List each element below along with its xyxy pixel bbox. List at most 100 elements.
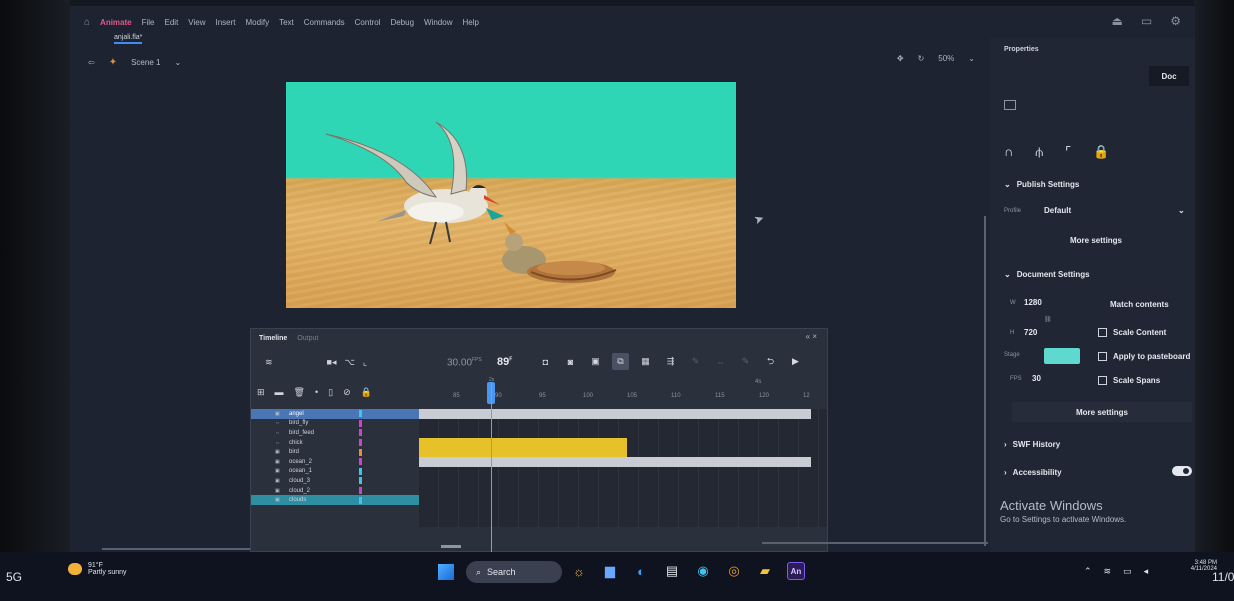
layers-icon[interactable]: ≋ xyxy=(265,357,273,368)
loop-icon[interactable]: ⮌ xyxy=(762,353,779,370)
zoom-chevron-icon[interactable]: ⌄ xyxy=(968,54,975,63)
brush-icon[interactable]: ✎ xyxy=(737,353,754,370)
frame-span-angel[interactable] xyxy=(419,409,811,419)
frame-grid[interactable] xyxy=(419,409,827,527)
current-frame-display[interactable]: 89F xyxy=(497,356,512,368)
center-stage-icon[interactable]: ✥ xyxy=(897,54,904,63)
windows-start-icon[interactable] xyxy=(438,564,454,580)
menu-control[interactable]: Control xyxy=(355,18,381,27)
fps-display[interactable]: 30.00FPS xyxy=(447,357,482,368)
menu-window[interactable]: Window xyxy=(424,18,452,27)
publish-more-settings[interactable]: More settings xyxy=(1070,236,1122,245)
layer-row[interactable]: ⇔ chick xyxy=(251,438,419,448)
timeline-collapse-close[interactable]: « × xyxy=(806,332,817,341)
tab-timeline[interactable]: Timeline xyxy=(259,335,287,342)
display-icon[interactable]: ▭ xyxy=(1123,566,1132,577)
layer-color-swatch[interactable] xyxy=(359,477,362,485)
zoom-value[interactable]: 50% xyxy=(938,54,954,63)
scale-spans-checkbox[interactable]: Scale Spans xyxy=(1098,376,1160,385)
task-view-icon[interactable]: ▆ xyxy=(601,562,619,580)
layer-color-swatch[interactable] xyxy=(359,429,362,437)
store-icon[interactable]: ▤ xyxy=(663,562,681,580)
align-icon[interactable]: ⫛ xyxy=(1035,144,1043,160)
adobe-animate-icon[interactable]: An xyxy=(787,562,805,580)
menu-modify[interactable]: Modify xyxy=(246,18,270,27)
eye-slash-icon[interactable]: ⊘ xyxy=(343,387,351,398)
bird-artwork[interactable] xyxy=(286,82,736,308)
layer-row[interactable]: ▣ bird xyxy=(251,447,419,457)
menu-text[interactable]: Text xyxy=(279,18,294,27)
layer-color-swatch[interactable] xyxy=(359,439,362,447)
menu-file[interactable]: File xyxy=(142,18,155,27)
frame-span-bird[interactable] xyxy=(419,447,627,457)
width-input[interactable]: 1280 xyxy=(1024,298,1042,307)
layer-color-swatch[interactable] xyxy=(359,410,362,418)
layer-row[interactable]: ▣ clouds xyxy=(251,495,419,505)
layer-color-swatch[interactable] xyxy=(359,458,362,466)
settings-icon[interactable]: ⚙ xyxy=(1170,14,1181,28)
frame-ruler[interactable]: 85 90 95 100 105 110 115 120 12 xyxy=(419,393,827,405)
layer-color-swatch[interactable] xyxy=(359,496,362,504)
profile-chevron-icon[interactable]: ⌄ xyxy=(1178,206,1185,215)
layer-color-swatch[interactable] xyxy=(359,487,362,495)
wifi-icon[interactable]: ≋ xyxy=(1104,566,1112,577)
tween-icon[interactable]: ⇶ xyxy=(662,353,679,370)
outline-icon[interactable]: ▯ xyxy=(328,387,333,398)
fps-input[interactable]: 30 xyxy=(1032,374,1041,383)
tab-output[interactable]: Output xyxy=(297,335,318,342)
insert-frame-icon[interactable]: ▣ xyxy=(587,353,604,370)
add-layer-icon[interactable]: ⊞ xyxy=(257,387,265,398)
menu-insert[interactable]: Insert xyxy=(216,18,236,27)
folder-icon[interactable]: ▬ xyxy=(275,387,284,398)
layer-color-swatch[interactable] xyxy=(359,448,362,456)
menu-commands[interactable]: Commands xyxy=(304,18,345,27)
layer-row[interactable]: ▣ cloud_3 xyxy=(251,476,419,486)
menu-view[interactable]: View xyxy=(188,18,205,27)
play-icon[interactable]: ▶ xyxy=(787,353,804,370)
lock-icon[interactable]: 🔒 xyxy=(361,387,372,398)
taskbar-search[interactable]: ⌕ Search xyxy=(466,561,562,583)
edit-multiple-frames-icon[interactable]: ▦ xyxy=(637,353,654,370)
accessibility-toggle[interactable] xyxy=(1172,466,1192,476)
layer-row[interactable]: ▣ ocean_1 xyxy=(251,467,419,477)
bird-feed-graphic[interactable] xyxy=(325,121,500,245)
height-input[interactable]: 720 xyxy=(1024,328,1037,337)
onion-skin-icon[interactable]: ⧉ xyxy=(612,353,629,370)
link-dimensions-icon[interactable]: ⛓ xyxy=(1044,316,1052,323)
insert-keyframe-icon[interactable]: ◘ xyxy=(537,353,554,370)
lock-icon[interactable]: 🔒 xyxy=(1093,144,1109,160)
widgets-icon[interactable]: ☼ xyxy=(570,562,588,580)
volume-icon[interactable]: ◂ xyxy=(1144,566,1149,577)
graph-icon[interactable]: ⌞ xyxy=(363,357,367,368)
rotate-icon[interactable]: ↻ xyxy=(918,54,925,63)
document-settings-header[interactable]: ⌄ Document Settings xyxy=(1004,270,1090,279)
workspace-icon[interactable]: ▭ xyxy=(1141,14,1152,28)
edge-icon[interactable]: ◐ xyxy=(632,562,650,580)
camera-icon[interactable]: ■◂ xyxy=(327,357,337,368)
stage-color-swatch[interactable] xyxy=(1044,348,1080,364)
corner-icon[interactable]: ⌜ xyxy=(1065,144,1071,160)
accessibility-header[interactable]: › Accessibility xyxy=(1004,468,1062,477)
chrome-icon[interactable]: ◎ xyxy=(725,562,743,580)
insert-blank-keyframe-icon[interactable]: ◙ xyxy=(562,353,579,370)
doc-tab[interactable]: Doc xyxy=(1149,66,1189,86)
stage-canvas[interactable] xyxy=(286,82,736,308)
trash-icon[interactable]: 🗑 xyxy=(294,387,305,398)
frame-span-ocean[interactable] xyxy=(419,457,811,467)
publish-settings-header[interactable]: ⌄ Publish Settings xyxy=(1004,180,1079,189)
document-more-settings[interactable]: More settings xyxy=(1012,402,1192,422)
scene-selector[interactable]: Scene 1 xyxy=(131,58,160,67)
menu-debug[interactable]: Debug xyxy=(390,18,414,27)
frame-span-chick[interactable] xyxy=(419,437,627,448)
scene-chevron-icon[interactable]: ⌄ xyxy=(174,58,181,67)
scale-content-checkbox[interactable]: Scale Content xyxy=(1098,328,1166,337)
layer-color-swatch[interactable] xyxy=(359,419,362,427)
system-clock[interactable]: 3:48 PM 4/11/2024 xyxy=(1177,560,1217,572)
layer-row[interactable]: ▣ cloud_2 xyxy=(251,486,419,496)
menu-help[interactable]: Help xyxy=(462,18,478,27)
file-explorer-icon[interactable]: ▰ xyxy=(756,562,774,580)
menu-edit[interactable]: Edit xyxy=(165,18,179,27)
browser-icon[interactable]: ◉ xyxy=(694,562,712,580)
match-contents-button[interactable]: Match contents xyxy=(1110,300,1169,309)
dot-icon[interactable]: • xyxy=(315,387,318,398)
